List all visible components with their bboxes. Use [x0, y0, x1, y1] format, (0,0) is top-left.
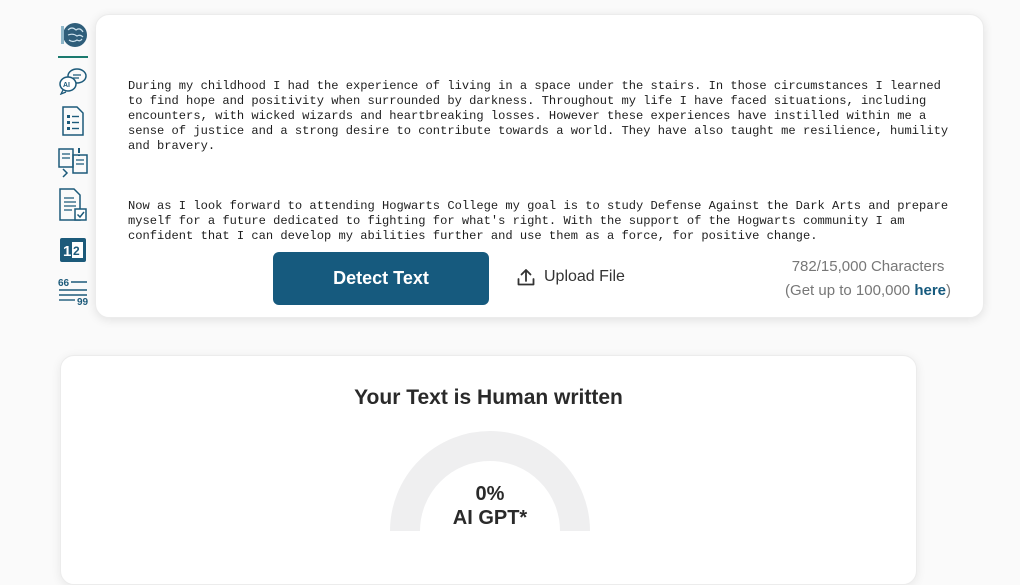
ai-chat-icon: AI: [59, 68, 87, 95]
svg-text:1: 1: [63, 243, 71, 260]
ai-percent: 0%: [475, 483, 505, 505]
active-indicator: [58, 56, 88, 58]
document-check-icon: [59, 188, 87, 221]
sidebar-item-compare[interactable]: [56, 146, 90, 180]
sidebar-item-document-check[interactable]: [56, 188, 90, 222]
result-card: Your Text is Human written 0% AI GPT*: [60, 355, 917, 585]
character-count: 782/15,000 Characters: [791, 258, 945, 275]
character-counter: 782/15,000 Characters (Get up to 100,000…: [785, 255, 951, 303]
svg-text:66: 66: [58, 278, 70, 289]
brain-icon: [61, 23, 87, 47]
compare-icon: [58, 148, 88, 178]
quote-icon: 66 99: [58, 278, 89, 306]
svg-text:AI: AI: [63, 82, 70, 89]
upgrade-prefix: (Get up to 100,000: [785, 282, 915, 299]
editor-paragraph: During my childhood I had the experience…: [128, 79, 956, 153]
text-editor[interactable]: During my childhood I had the experience…: [128, 49, 958, 243]
upgrade-here-link[interactable]: here: [914, 282, 946, 299]
editor-paragraph: Now as I look forward to attending Hogwa…: [128, 199, 956, 243]
document-list-icon: [62, 106, 84, 136]
upload-file-button[interactable]: Upload File: [516, 265, 625, 289]
sidebar-item-ai-chat[interactable]: AI: [56, 64, 90, 98]
sidebar-item-document-list[interactable]: [56, 104, 90, 138]
upgrade-suffix: ): [946, 282, 951, 299]
upload-icon: [517, 269, 535, 286]
number-icon: 1 2: [60, 238, 86, 262]
sidebar-item-number[interactable]: 1 2: [56, 233, 90, 267]
sidebar-item-quote[interactable]: 66 99: [56, 274, 90, 308]
svg-text:2: 2: [73, 244, 80, 258]
result-title: Your Text is Human written: [354, 386, 623, 409]
text-input-card: During my childhood I had the experience…: [95, 14, 984, 318]
ai-gpt-label: AI GPT*: [452, 507, 528, 529]
upgrade-note: (Get up to 100,000 here): [785, 279, 951, 303]
sidebar-item-brain[interactable]: [56, 18, 90, 52]
detect-text-button[interactable]: Detect Text: [273, 252, 489, 305]
upload-file-label: Upload File: [544, 268, 625, 285]
gauge-label: 0% AI GPT*: [389, 482, 591, 530]
svg-text:99: 99: [77, 297, 89, 306]
